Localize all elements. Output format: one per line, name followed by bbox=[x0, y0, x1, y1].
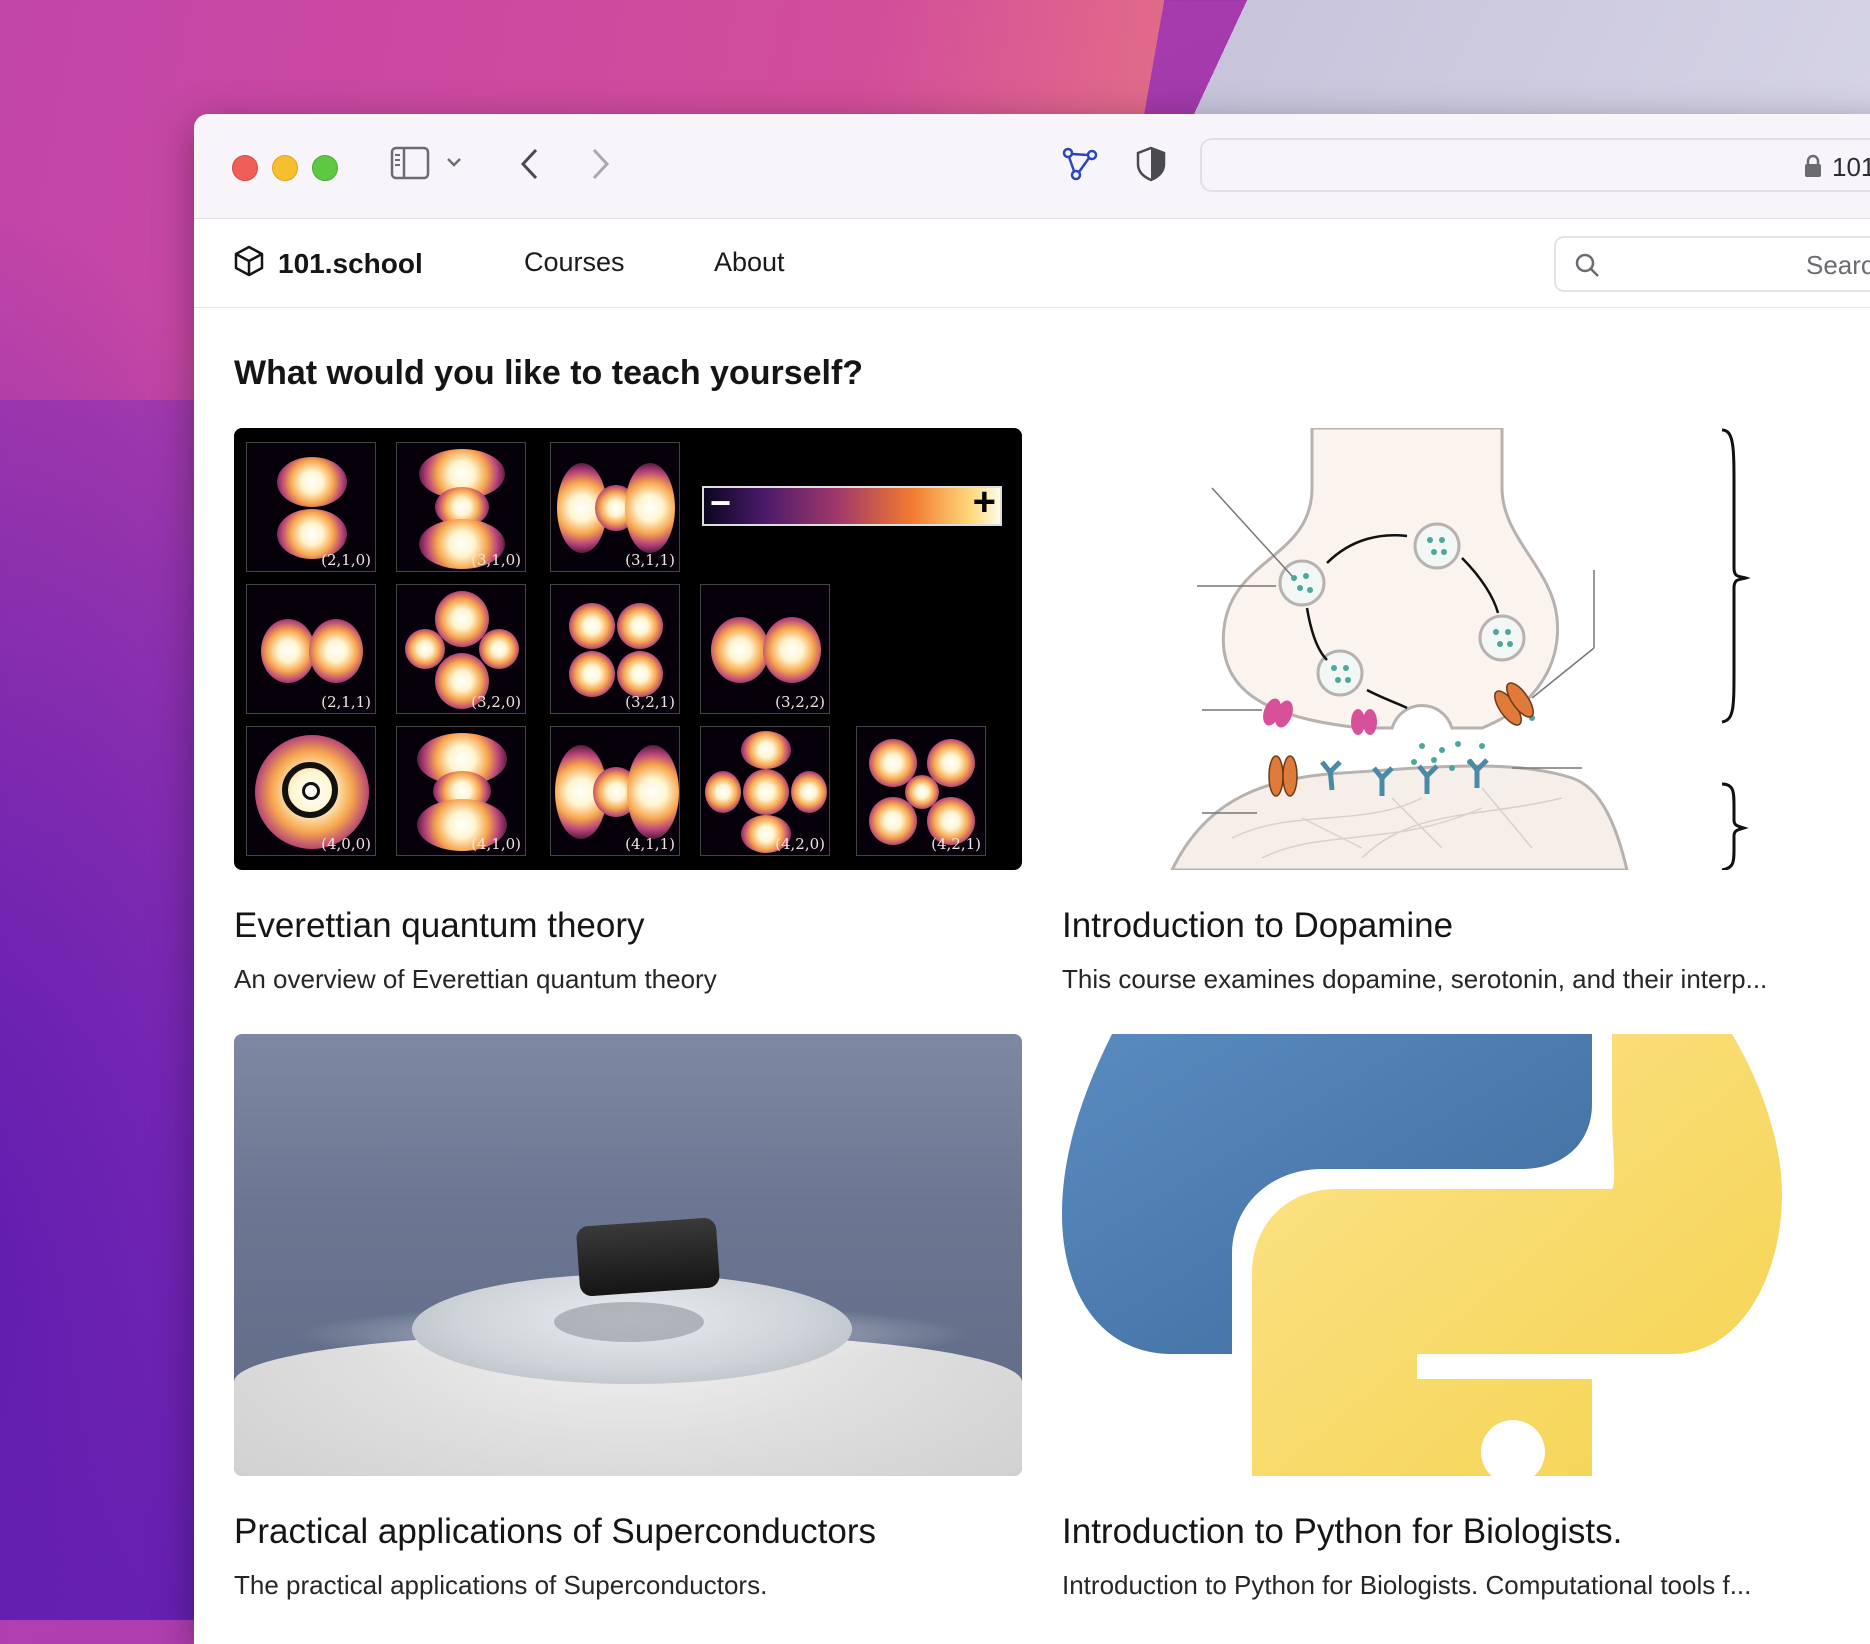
orbital-cell: (4,2,1) bbox=[856, 726, 986, 856]
course-title[interactable]: Introduction to Dopamine bbox=[1062, 906, 1850, 946]
search-icon bbox=[1574, 252, 1600, 283]
course-image-synapse[interactable] bbox=[1062, 428, 1850, 870]
close-window-button[interactable] bbox=[232, 155, 258, 181]
search-input[interactable]: Searc bbox=[1554, 236, 1870, 292]
colorbar: − + bbox=[702, 480, 1002, 526]
share-network-icon[interactable] bbox=[1062, 146, 1098, 182]
course-description: The practical applications of Supercondu… bbox=[234, 1570, 768, 1600]
address-text: 101 bbox=[1832, 152, 1870, 182]
course-card[interactable]: Introduction to Python for Biologists. I… bbox=[1062, 1034, 1850, 1601]
course-card[interactable]: (2,1,0) (3,1,0) (3,1,1) − + (2,1,1) (3,2… bbox=[234, 428, 1022, 995]
forward-icon[interactable] bbox=[588, 146, 612, 182]
course-description: An overview of Everettian quantum theory bbox=[234, 964, 717, 994]
lock-icon bbox=[1804, 154, 1822, 183]
course-description: Introduction to Python for Biologists. C… bbox=[1062, 1570, 1752, 1600]
browser-window: 101 101.school Courses About Searc What … bbox=[194, 114, 1870, 1644]
browser-toolbar: 101 bbox=[194, 114, 1870, 219]
course-title[interactable]: Practical applications of Superconductor… bbox=[234, 1512, 1022, 1552]
orbital-cell: (4,0,0) bbox=[246, 726, 376, 856]
minimize-window-button[interactable] bbox=[272, 155, 298, 181]
course-image-superconductor[interactable] bbox=[234, 1034, 1022, 1476]
shield-icon[interactable] bbox=[1136, 146, 1166, 182]
site-nav: 101.school Courses About Searc bbox=[194, 219, 1870, 308]
orbital-cell: (4,1,1) bbox=[550, 726, 680, 856]
course-image-orbitals[interactable]: (2,1,0) (3,1,0) (3,1,1) − + (2,1,1) (3,2… bbox=[234, 428, 1022, 870]
cube-icon bbox=[234, 245, 264, 282]
course-card[interactable]: Introduction to Dopamine This course exa… bbox=[1062, 428, 1850, 995]
orbital-cell: (3,2,1) bbox=[550, 584, 680, 714]
sidebar-icon[interactable] bbox=[390, 146, 430, 180]
orbital-cell: (2,1,1) bbox=[246, 584, 376, 714]
course-title[interactable]: Everettian quantum theory bbox=[234, 906, 1022, 946]
course-title[interactable]: Introduction to Python for Biologists. bbox=[1062, 1512, 1850, 1552]
brand-name: 101.school bbox=[278, 247, 423, 279]
orbital-cell: (3,1,1) bbox=[550, 442, 680, 572]
brand-link[interactable]: 101.school bbox=[234, 245, 423, 282]
chevron-down-icon[interactable] bbox=[446, 154, 462, 170]
course-description: This course examines dopamine, serotonin… bbox=[1062, 964, 1768, 994]
search-placeholder: Searc bbox=[1806, 250, 1870, 280]
levitating-magnet bbox=[575, 1217, 721, 1297]
nav-about-link[interactable]: About bbox=[714, 247, 785, 278]
course-image-python-logo[interactable] bbox=[1062, 1034, 1850, 1476]
orbital-cell: (3,1,0) bbox=[396, 442, 526, 572]
course-card[interactable]: Practical applications of Superconductor… bbox=[234, 1034, 1022, 1601]
orbital-cell: (4,2,0) bbox=[700, 726, 830, 856]
page-title: What would you like to teach yourself? bbox=[234, 354, 864, 392]
orbital-cell: (3,2,2) bbox=[700, 584, 830, 714]
orbital-cell: (2,1,0) bbox=[246, 442, 376, 572]
back-icon[interactable] bbox=[518, 146, 542, 182]
zoom-window-button[interactable] bbox=[312, 155, 338, 181]
orbital-cell: (3,2,0) bbox=[396, 584, 526, 714]
nav-courses-link[interactable]: Courses bbox=[524, 247, 625, 278]
orbital-cell: (4,1,0) bbox=[396, 726, 526, 856]
address-bar[interactable]: 101 bbox=[1200, 138, 1870, 192]
